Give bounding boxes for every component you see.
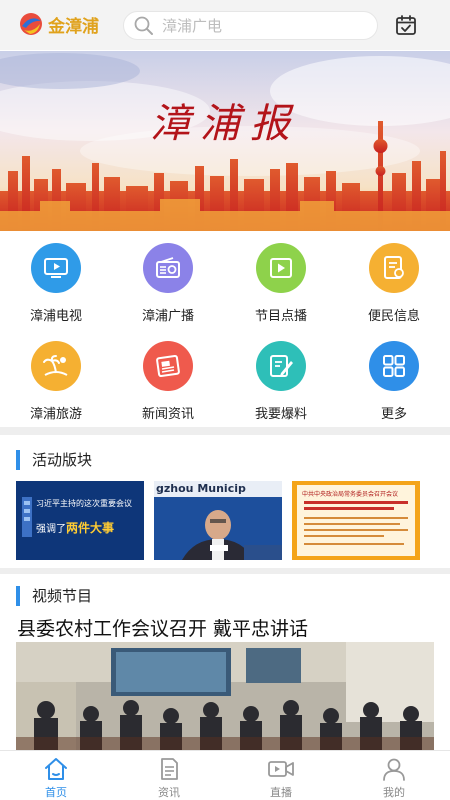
thumb-text-line1: 习近平主持的这次重要会议 [36, 499, 132, 508]
tab-label: 首页 [45, 786, 67, 799]
grid-item-label: 漳浦电视 [29, 309, 82, 324]
grid-item-radio[interactable]: 漳浦广播 [112, 232, 224, 324]
grid-more-icon [369, 341, 419, 391]
grid-item-tv[interactable]: 漳浦电视 [0, 232, 112, 324]
thumb-caption: 中共中央政治局常务委员会召开会议 [302, 491, 399, 498]
app-logo[interactable]: 金漳浦 [18, 11, 99, 37]
home-icon [45, 758, 67, 780]
activity-thumbnails: 习近平主持的这次重要会议 强调了两件大事 gzhou Municip 中共中央政… [16, 481, 436, 561]
grid-item-label: 我要爆料 [254, 407, 307, 422]
grid-item-label: 新闻资讯 [141, 407, 194, 422]
grid-item-vod[interactable]: 节目点播 [225, 232, 337, 324]
activity-thumb-3[interactable]: 中共中央政治局常务委员会召开会议 [292, 481, 420, 560]
tab-me[interactable]: 我的 [338, 751, 450, 800]
grid-item-news[interactable]: 新闻资讯 [112, 330, 224, 422]
document-icon [161, 758, 178, 780]
activity-section-title: 活动版块 [32, 451, 93, 469]
section-divider [0, 427, 450, 435]
search-bar[interactable] [123, 11, 378, 40]
feature-grid: 漳浦电视 漳浦广播 节目点播 便民信息 漳浦旅游 新闻资讯 我要爆料 更多 [0, 232, 450, 427]
tab-news[interactable]: 资讯 [113, 751, 225, 800]
live-camera-icon [268, 761, 294, 777]
top-bar: 金漳浦 [0, 0, 450, 50]
activity-thumb-2[interactable]: gzhou Municip [154, 481, 282, 560]
radio-icon [143, 243, 193, 293]
video-section-title: 视频节目 [32, 587, 93, 605]
tab-label: 直播 [270, 786, 292, 799]
edit-report-icon [256, 341, 306, 391]
grid-item-tourism[interactable]: 漳浦旅游 [0, 330, 112, 422]
thumb-text-line2: 强调了 [36, 524, 66, 535]
video-headline[interactable]: 县委农村工作会议召开 戴平忠讲话 [17, 614, 308, 641]
grid-item-label: 节目点播 [254, 309, 307, 324]
activity-section-header: 活动版块 [16, 449, 92, 470]
logo-text: 金漳浦 [48, 16, 99, 37]
search-icon [134, 16, 153, 35]
logo-mark-icon [20, 13, 42, 35]
video-play-icon [256, 243, 306, 293]
grid-item-label: 便民信息 [367, 309, 420, 324]
video-thumbnail[interactable] [16, 642, 434, 752]
banner-title: 漳浦报 [150, 101, 300, 147]
grid-item-info[interactable]: 便民信息 [338, 232, 450, 324]
banner-carousel[interactable]: 漳浦报 [0, 51, 450, 231]
video-image [16, 642, 434, 752]
bottom-tab-bar: 首页 资讯 直播 我的 [0, 750, 450, 800]
user-icon [383, 758, 405, 781]
palm-tree-icon [31, 341, 81, 391]
tab-live[interactable]: 直播 [225, 751, 337, 800]
tab-label: 资讯 [158, 786, 180, 799]
activity-thumb-1[interactable]: 习近平主持的这次重要会议 强调了两件大事 [16, 481, 144, 560]
newspaper-icon [143, 341, 193, 391]
grid-item-label: 漳浦旅游 [29, 407, 82, 422]
section-accent-bar [16, 449, 20, 470]
thumb-caption: gzhou Municip [156, 482, 246, 495]
info-doc-icon [369, 243, 419, 293]
tab-home[interactable]: 首页 [0, 751, 112, 800]
calendar-check-icon[interactable] [395, 14, 417, 36]
tv-icon [31, 243, 81, 293]
grid-item-more[interactable]: 更多 [338, 330, 450, 422]
section-divider [0, 568, 450, 574]
grid-item-label: 漳浦广播 [141, 309, 194, 324]
tab-label: 我的 [383, 786, 405, 799]
grid-item-report[interactable]: 我要爆料 [225, 330, 337, 422]
search-input[interactable] [162, 16, 362, 35]
grid-item-label: 更多 [380, 407, 407, 422]
thumb-highlight: 两件大事 [66, 521, 115, 535]
section-accent-bar [16, 585, 20, 606]
video-section-header: 视频节目 [16, 585, 92, 606]
